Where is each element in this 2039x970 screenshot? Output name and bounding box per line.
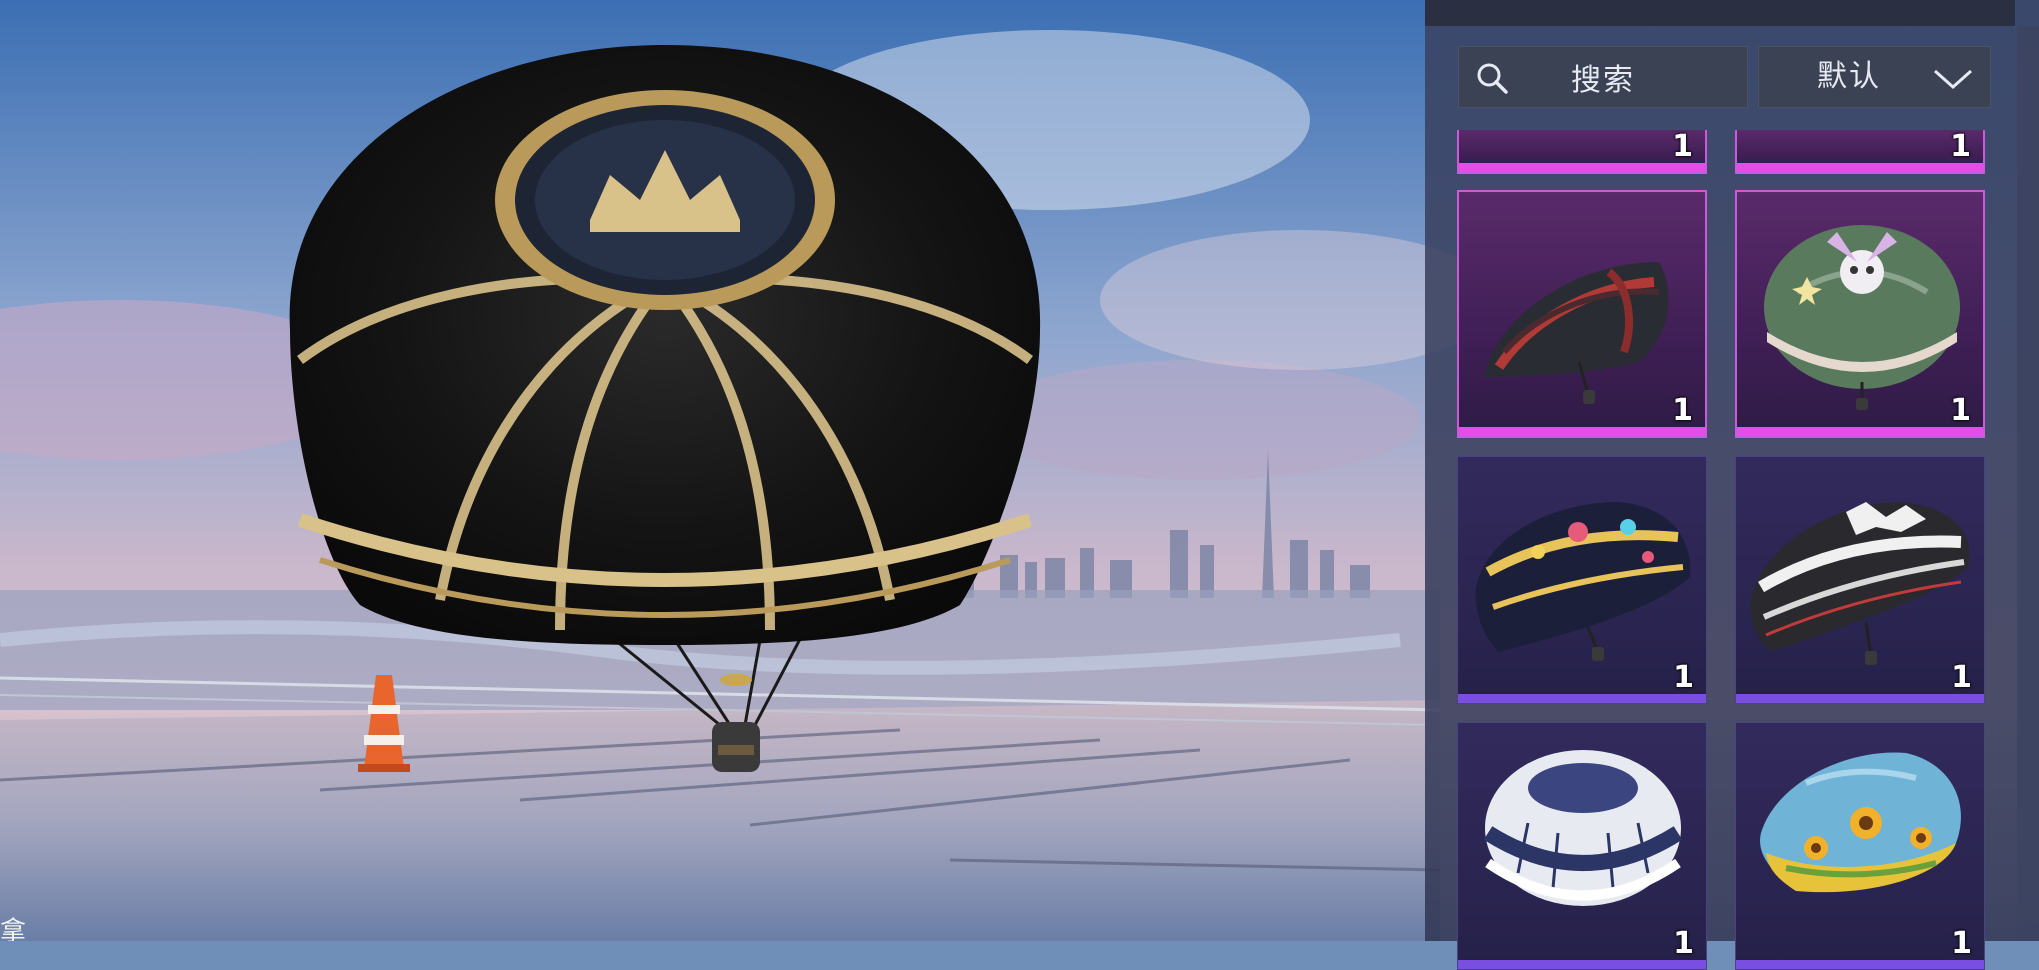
inventory-item-red-black-parachute[interactable]: 1 — [1457, 190, 1707, 438]
item-count: 1 — [1673, 660, 1694, 695]
item-count: 1 — [1950, 130, 1971, 164]
chevron-down-icon — [1934, 69, 1972, 90]
svg-text:拿: 拿 — [0, 917, 26, 941]
panel-top-strip — [1425, 0, 2015, 26]
rarity-bar — [1736, 960, 1984, 969]
rarity-bar — [1459, 427, 1705, 436]
parachute-thumbnail-icon — [1760, 752, 1961, 893]
rarity-bar — [1458, 960, 1706, 969]
inventory-panel: 搜索 默认 1 1 1 1 1 1 1 1 — [1425, 0, 2039, 970]
inventory-item-partial-left[interactable]: 1 — [1457, 130, 1707, 174]
rarity-bar — [1459, 163, 1705, 172]
item-count: 1 — [1951, 660, 1972, 695]
inventory-item-partial-right[interactable]: 1 — [1735, 130, 1985, 174]
item-count: 1 — [1672, 130, 1693, 164]
inventory-item-sunflower-parachute[interactable]: 1 — [1735, 722, 1985, 970]
parachute-preview-icon — [289, 45, 1041, 645]
parachute-thumbnail-icon — [1484, 262, 1669, 404]
inventory-item-white-navy-parachute[interactable]: 1 — [1457, 722, 1707, 970]
rarity-bar — [1458, 694, 1706, 703]
item-count: 1 — [1673, 926, 1694, 961]
search-input[interactable]: 搜索 — [1458, 46, 1748, 108]
panel-scrollbar[interactable] — [2017, 26, 2039, 941]
parachute-thumbnail-icon — [1475, 502, 1691, 661]
item-count: 1 — [1672, 393, 1693, 428]
rarity-bar — [1737, 163, 1983, 172]
inventory-item-colorful-party-parachute[interactable]: 1 — [1457, 456, 1707, 704]
rarity-bar — [1736, 694, 1984, 703]
item-count: 1 — [1951, 926, 1972, 961]
parachute-thumbnail-icon — [1483, 750, 1683, 906]
rarity-bar — [1737, 427, 1983, 436]
inventory-item-black-white-parachute[interactable]: 1 — [1735, 456, 1985, 704]
sort-label: 默认 — [1817, 59, 1881, 94]
inventory-item-green-skull-wings-parachute[interactable]: 1 — [1735, 190, 1985, 438]
parachute-thumbnail-icon — [1764, 225, 1960, 410]
search-label: 搜索 — [1571, 63, 1635, 98]
item-count: 1 — [1950, 393, 1971, 428]
sort-dropdown[interactable]: 默认 — [1758, 46, 1991, 108]
parachute-thumbnail-icon — [1750, 502, 1970, 665]
